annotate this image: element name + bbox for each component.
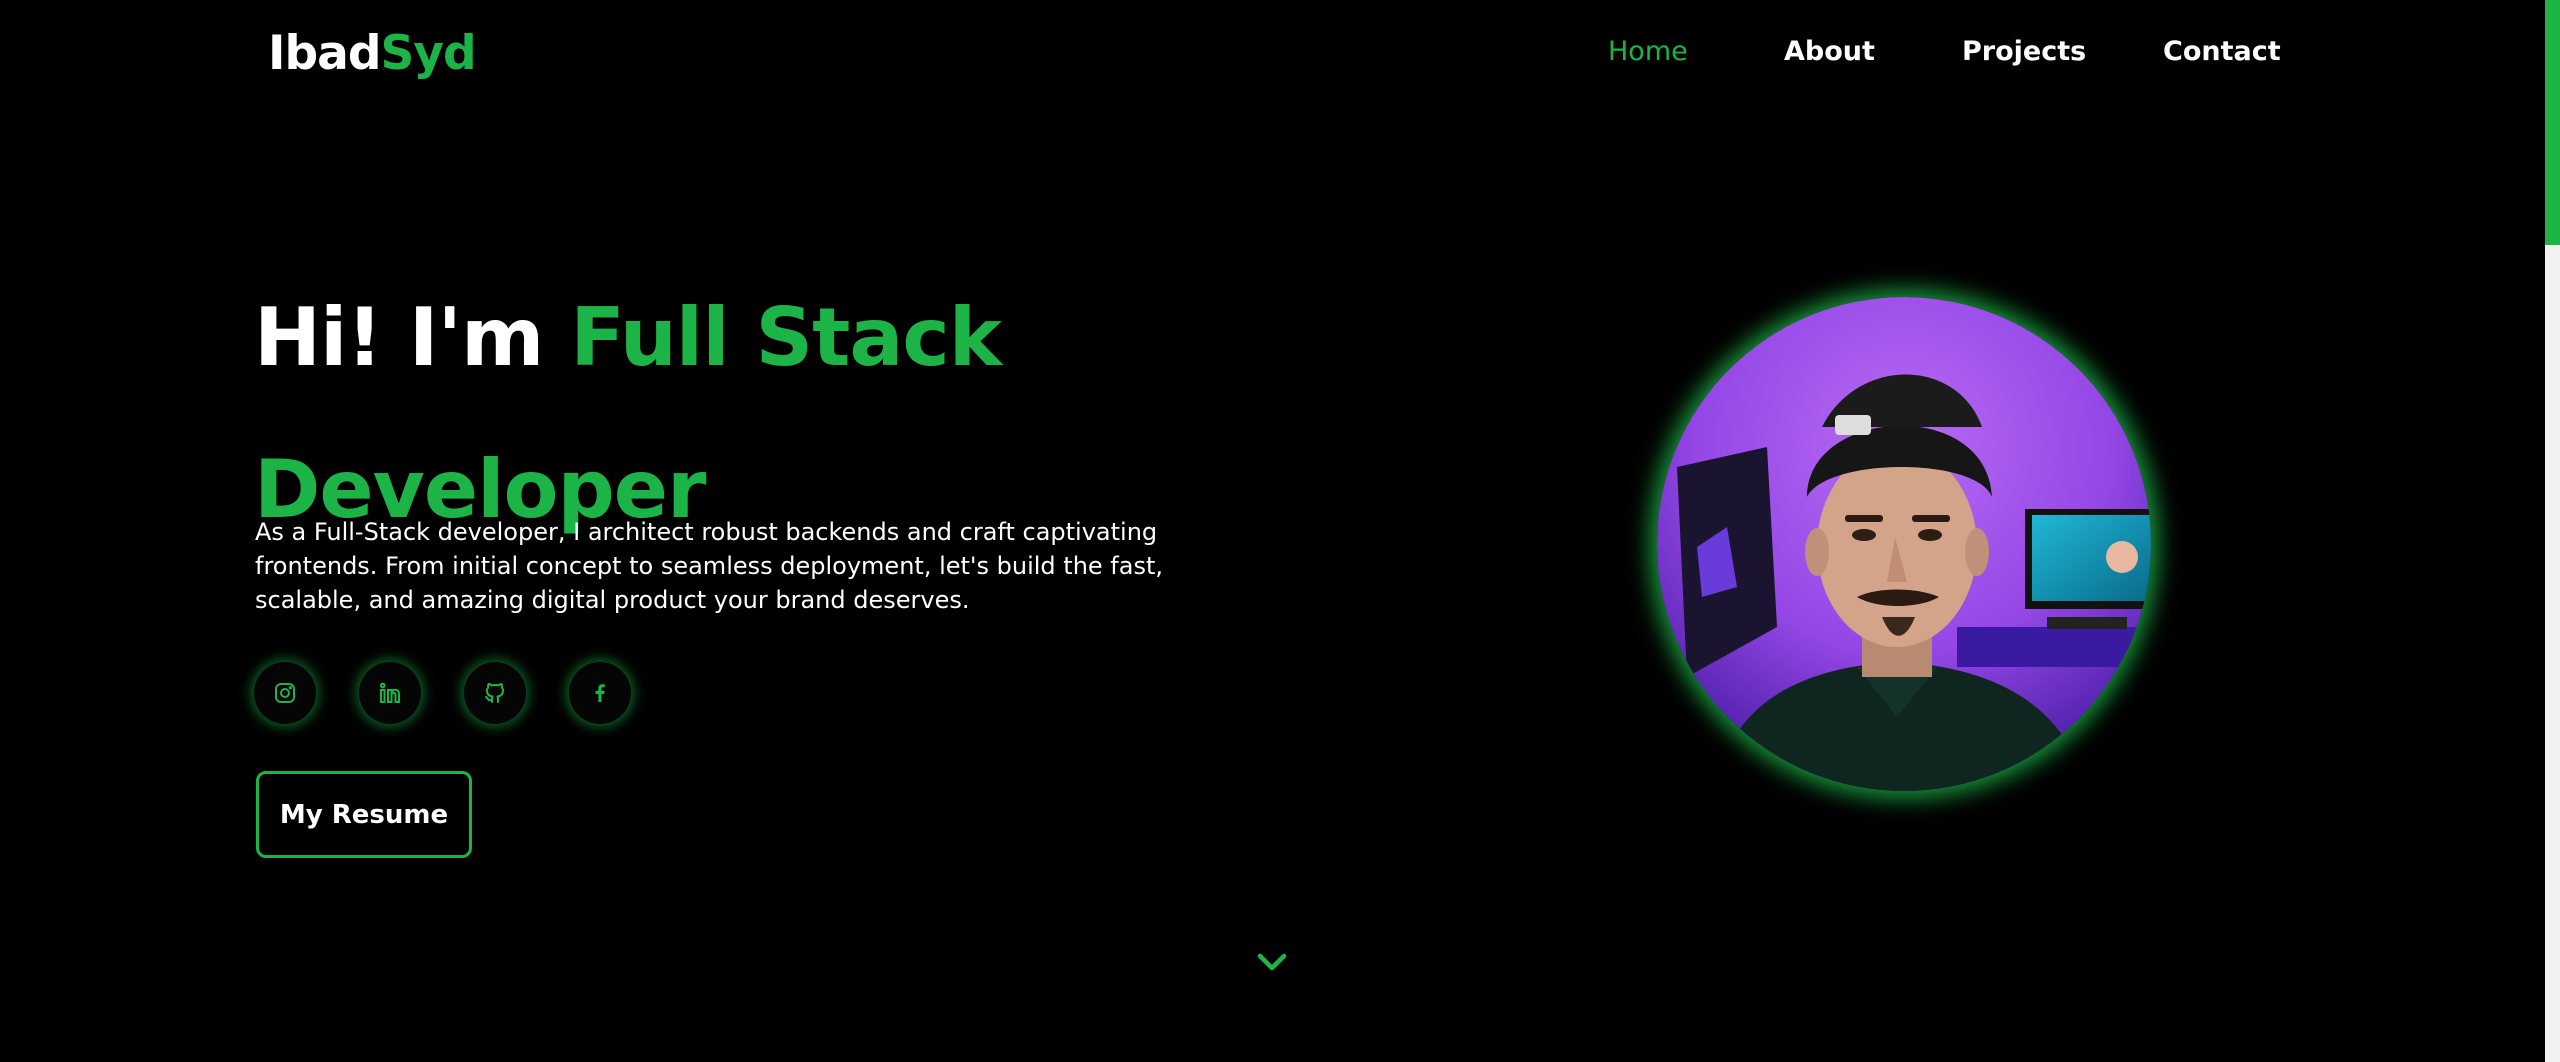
logo-first: Ibad (268, 26, 381, 81)
profile-photo (1657, 297, 2151, 791)
site-logo[interactable]: IbadSyd (268, 26, 477, 81)
nav-link-about[interactable]: About (1784, 36, 1875, 67)
instagram-link[interactable] (254, 662, 316, 724)
scrollbar-thumb[interactable] (2545, 0, 2560, 245)
portfolio-page: IbadSyd Home About Projects Contact Hi! … (0, 0, 2560, 1062)
resume-button[interactable]: My Resume (256, 771, 472, 858)
hero-title-accent-1: Full Stack (570, 291, 1002, 384)
chevron-down-icon (1257, 953, 1287, 971)
linkedin-icon (379, 682, 400, 703)
github-link[interactable] (464, 662, 526, 724)
page-scrollbar[interactable] (2545, 0, 2560, 1062)
logo-second: Syd (380, 26, 477, 81)
hero-title-plain: Hi! I'm (254, 291, 571, 384)
profile-avatar (1657, 297, 2151, 791)
github-icon (485, 683, 504, 703)
hero-description: As a Full-Stack developer, I architect r… (255, 518, 1164, 614)
linkedin-link[interactable] (359, 662, 421, 724)
facebook-link[interactable] (569, 662, 631, 724)
nav-link-contact[interactable]: Contact (2163, 36, 2281, 67)
scroll-down-arrow[interactable] (1256, 950, 1288, 976)
nav-link-home[interactable]: Home (1608, 36, 1688, 67)
nav-link-projects[interactable]: Projects (1962, 36, 2086, 67)
facebook-icon (595, 684, 605, 702)
instagram-icon (275, 683, 295, 703)
site-header: IbadSyd Home About Projects Contact (0, 0, 2545, 105)
